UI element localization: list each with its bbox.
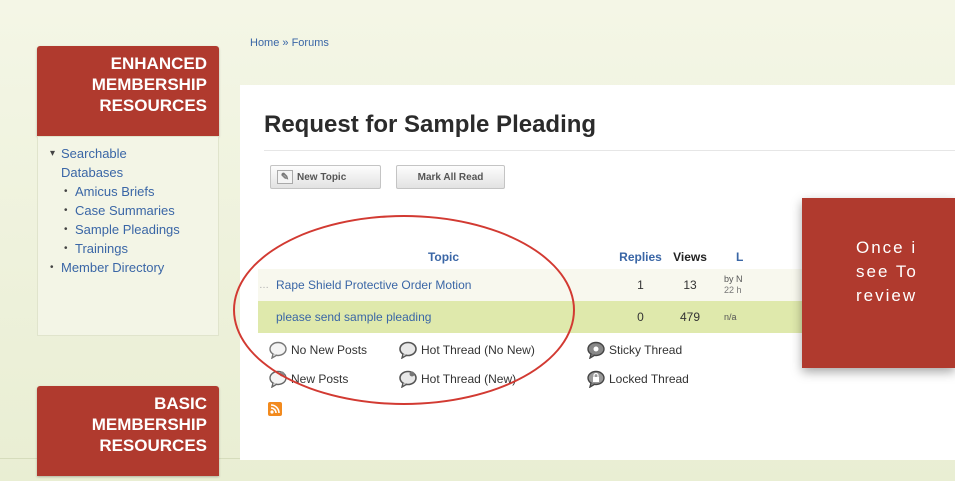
callout-line-3: review xyxy=(856,286,918,305)
sidebar-item-sample-pleadings[interactable]: • Sample Pleadings xyxy=(38,220,218,239)
sticky-bubble-icon xyxy=(587,341,605,359)
sidebar: ENHANCED MEMBERSHIP RESOURCES ▾ Searchab… xyxy=(37,46,223,476)
enhanced-resources-header: ENHANCED MEMBERSHIP RESOURCES xyxy=(37,46,219,136)
new-posts-bubble-icon xyxy=(269,370,287,388)
enhanced-nav-list: ▾ Searchable Databases • Amicus Briefs •… xyxy=(38,144,218,277)
replies-column-header[interactable]: Replies xyxy=(617,245,664,269)
last-post-author: n/a xyxy=(724,311,737,322)
sidebar-item-trainings[interactable]: • Trainings xyxy=(38,239,218,258)
basic-title-line-2: MEMBERSHIP xyxy=(91,415,207,434)
row-marker: … xyxy=(258,269,270,301)
sidebar-item-label: Amicus Briefs xyxy=(75,184,155,199)
mark-all-read-label: Mark All Read xyxy=(417,171,484,183)
breadcrumb[interactable]: Home » Forums xyxy=(250,37,329,49)
legend-label: Hot Thread (New) xyxy=(421,372,517,386)
sidebar-item-label: Case Summaries xyxy=(75,203,175,218)
callout-line-1: Once i xyxy=(856,238,918,257)
title-divider xyxy=(264,150,955,151)
legend-hot-thread-new: Hot Thread (New) xyxy=(398,370,516,388)
legend-new-posts: New Posts xyxy=(268,370,348,388)
legend-label: Sticky Thread xyxy=(609,343,683,357)
basic-title-line-1: BASIC xyxy=(154,394,207,413)
legend-locked-thread: Locked Thread xyxy=(586,370,689,388)
instruction-callout: Once i see To review xyxy=(802,198,955,368)
views-column-header[interactable]: Views xyxy=(664,245,716,269)
topic-link[interactable]: please send sample pleading xyxy=(270,301,617,333)
replies-count: 1 xyxy=(617,269,664,301)
speech-bubble-icon xyxy=(269,341,287,359)
legend-no-new-posts: No New Posts xyxy=(268,341,367,359)
bullet-icon: • xyxy=(64,186,68,197)
hot-thread-bubble-icon xyxy=(399,341,417,359)
topic-link[interactable]: Rape Shield Protective Order Motion xyxy=(270,269,617,301)
legend-label: No New Posts xyxy=(291,343,368,357)
legend-label: New Posts xyxy=(291,372,349,386)
expand-arrow-icon: ▾ xyxy=(50,148,56,159)
sidebar-item-member-directory[interactable]: • Member Directory xyxy=(38,258,218,277)
views-count: 479 xyxy=(664,301,716,333)
dot-header xyxy=(258,245,270,269)
pencil-icon: ✎ xyxy=(277,170,293,184)
rss-glyph-icon xyxy=(270,404,280,414)
table-row: … Rape Shield Protective Order Motion 1 … xyxy=(258,269,835,301)
sidebar-item-amicus-briefs[interactable]: • Amicus Briefs xyxy=(38,182,218,201)
enhanced-resources-panel: ▾ Searchable Databases • Amicus Briefs •… xyxy=(37,136,219,336)
page-title: Request for Sample Pleading xyxy=(264,111,597,138)
enhanced-title-line-1: ENHANCED xyxy=(110,54,207,73)
new-topic-label: New Topic xyxy=(297,171,347,183)
new-topic-button[interactable]: ✎ New Topic xyxy=(270,165,381,189)
hot-thread-new-bubble-icon xyxy=(399,370,417,388)
mark-all-read-button[interactable]: Mark All Read xyxy=(396,165,505,189)
sidebar-item-label: Member Directory xyxy=(61,260,165,275)
sidebar-item-label: Trainings xyxy=(75,241,128,256)
topic-column-header[interactable]: Topic xyxy=(270,245,617,269)
legend-sticky-thread: Sticky Thread xyxy=(586,341,682,359)
legend-hot-thread-no-new: Hot Thread (No New) xyxy=(398,341,535,359)
sidebar-item-label: Databases xyxy=(61,165,124,180)
last-post-author[interactable]: by N xyxy=(724,274,743,284)
bullet-icon: • xyxy=(64,243,68,254)
row-marker xyxy=(258,301,270,333)
lock-bubble-icon xyxy=(587,370,605,388)
bullet-icon: • xyxy=(64,205,68,216)
basic-title-line-3: RESOURCES xyxy=(99,436,207,455)
bullet-icon: • xyxy=(64,224,68,235)
sidebar-item-case-summaries[interactable]: • Case Summaries xyxy=(38,201,218,220)
rss-feed-icon[interactable] xyxy=(268,402,282,416)
bullet-icon: • xyxy=(50,262,54,273)
topics-table: Topic Replies Views L … Rape Shield Prot… xyxy=(258,245,835,333)
callout-line-2: see To xyxy=(856,262,918,281)
table-row: please send sample pleading 0 479 n/a xyxy=(258,301,835,333)
table-header-row: Topic Replies Views L xyxy=(258,245,835,269)
sidebar-item-label: Sample Pleadings xyxy=(75,222,180,237)
views-count: 13 xyxy=(664,269,716,301)
replies-count: 0 xyxy=(617,301,664,333)
enhanced-title-line-3: RESOURCES xyxy=(99,96,207,115)
sidebar-item-databases[interactable]: Databases xyxy=(38,163,218,182)
sidebar-item-label: Searchable xyxy=(61,146,127,161)
legend-label: Locked Thread xyxy=(609,372,689,386)
basic-resources-header: BASIC MEMBERSHIP RESOURCES xyxy=(37,386,219,476)
legend-label: Hot Thread (No New) xyxy=(421,343,535,357)
sidebar-item-searchable[interactable]: ▾ Searchable xyxy=(38,144,218,163)
enhanced-title-line-2: MEMBERSHIP xyxy=(91,75,207,94)
